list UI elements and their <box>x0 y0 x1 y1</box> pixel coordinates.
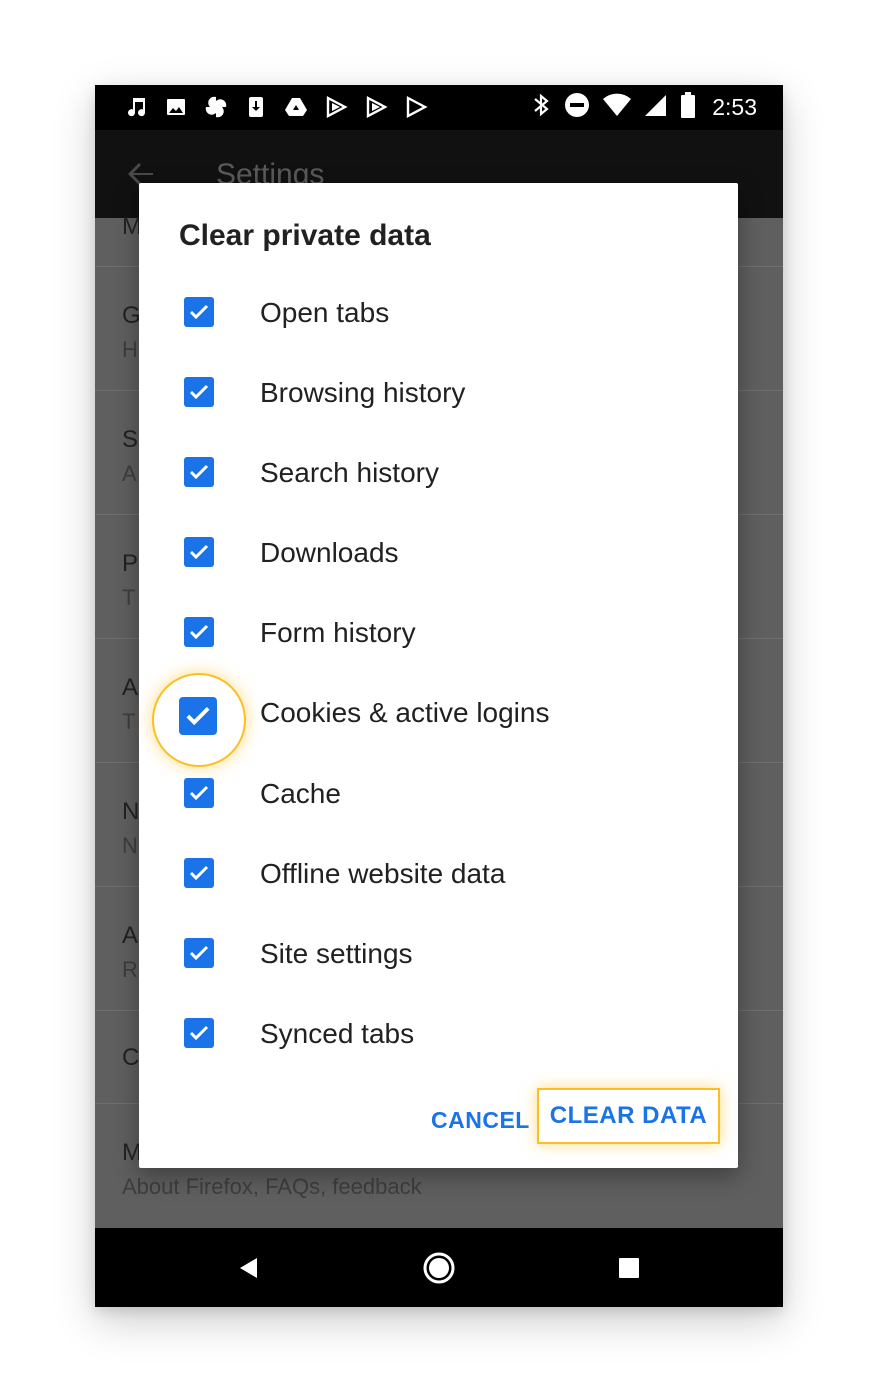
option-offline-website-data[interactable]: Offline website data <box>139 832 738 912</box>
play-store-icon <box>323 94 349 120</box>
clear-data-button[interactable]: CLEAR DATA <box>537 1088 720 1144</box>
option-label: Synced tabs <box>260 1018 415 1049</box>
option-label: Form history <box>260 617 416 648</box>
play-store-icon <box>403 94 429 120</box>
checkbox-checked-icon[interactable] <box>184 617 214 647</box>
option-label: Browsing history <box>260 377 466 408</box>
checkbox-checked-icon[interactable] <box>184 537 214 567</box>
checkbox-checked-icon[interactable] <box>184 377 214 407</box>
signal-icon <box>644 92 668 123</box>
checkbox-checked-icon[interactable] <box>179 697 217 735</box>
option-label: Cache <box>260 778 341 809</box>
settings-row-title: P <box>122 550 139 577</box>
phone-screen: 2:53 Settings M G H S A P T A T N N A R … <box>95 85 783 1307</box>
settings-row-title: G <box>122 302 141 329</box>
option-search-history[interactable]: Search history <box>139 431 738 511</box>
nav-back-icon[interactable] <box>231 1250 267 1286</box>
cancel-button[interactable]: CANCEL <box>431 1107 530 1134</box>
music-icon <box>123 94 149 120</box>
option-site-settings[interactable]: Site settings <box>139 912 738 992</box>
bluetooth-icon <box>530 92 552 123</box>
option-label: Offline website data <box>260 858 506 889</box>
download-icon <box>243 94 269 120</box>
settings-row-title: A <box>122 674 139 701</box>
drive-icon <box>283 94 309 120</box>
notification-icons <box>123 93 429 121</box>
option-label: Site settings <box>260 938 413 969</box>
checkbox-checked-icon[interactable] <box>184 778 214 808</box>
dialog-title: Clear private data <box>179 219 431 252</box>
settings-row-subtitle: H <box>122 337 138 362</box>
nav-home-icon[interactable] <box>421 1250 457 1286</box>
checkbox-checked-icon[interactable] <box>184 858 214 888</box>
settings-row-subtitle: N <box>122 833 138 858</box>
settings-row-subtitle: T <box>122 585 136 610</box>
clock: 2:53 <box>712 93 757 120</box>
checkbox-checked-icon[interactable] <box>184 457 214 487</box>
do-not-disturb-icon <box>564 92 590 123</box>
option-form-history[interactable]: Form history <box>139 591 738 671</box>
settings-row-subtitle: A <box>122 461 137 486</box>
option-downloads[interactable]: Downloads <box>139 511 738 591</box>
option-label: Search history <box>260 457 439 488</box>
settings-row-title: N <box>122 798 140 825</box>
image-icon <box>163 94 189 120</box>
pinwheel-icon <box>203 94 229 120</box>
settings-row-subtitle: About Firefox, FAQs, feedback <box>122 1174 422 1199</box>
wifi-icon <box>602 92 632 123</box>
option-synced-tabs[interactable]: Synced tabs <box>139 992 738 1072</box>
option-open-tabs[interactable]: Open tabs <box>139 271 738 351</box>
option-label: Downloads <box>260 537 399 568</box>
option-browsing-history[interactable]: Browsing history <box>139 351 738 431</box>
battery-icon <box>680 91 696 124</box>
option-label: Cookies & active logins <box>260 697 550 728</box>
settings-row-subtitle: T <box>122 709 136 734</box>
navigation-bar <box>95 1228 783 1307</box>
checkbox-checked-icon[interactable] <box>184 1018 214 1048</box>
status-bar: 2:53 <box>95 85 783 130</box>
option-cookies-active-logins[interactable]: Cookies & active logins <box>139 673 738 767</box>
system-icons: 2:53 <box>530 91 757 124</box>
checkbox-checked-icon[interactable] <box>184 938 214 968</box>
settings-row-subtitle: R <box>122 957 138 982</box>
play-store-icon <box>363 94 389 120</box>
clear-private-data-dialog: Clear private data Open tabs Browsing hi… <box>139 183 738 1168</box>
settings-row-title: A <box>122 922 139 949</box>
option-label: Open tabs <box>260 297 390 328</box>
option-cache[interactable]: Cache <box>139 752 738 832</box>
checkbox-checked-icon[interactable] <box>184 297 214 327</box>
nav-recents-icon[interactable] <box>611 1250 647 1286</box>
settings-row-title: S <box>122 426 139 453</box>
settings-row-title: C <box>122 1044 140 1071</box>
